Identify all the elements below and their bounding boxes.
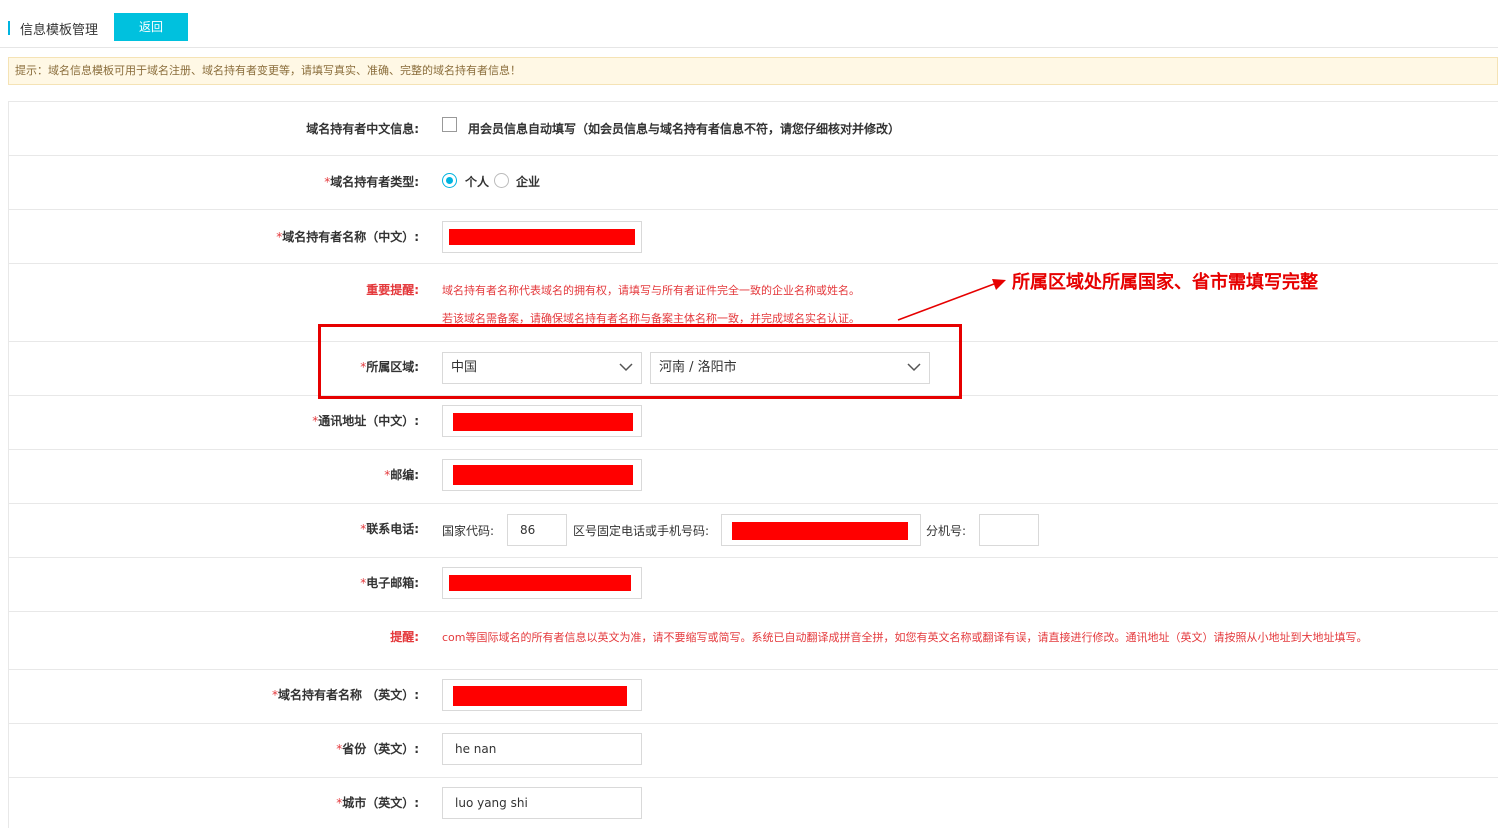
holder-name-cn-label: *域名持有者名称（中文）: bbox=[276, 230, 419, 244]
province-en-label: *省份（英文）: bbox=[336, 742, 419, 756]
province-city-select[interactable]: 河南 / 洛阳市 bbox=[650, 352, 930, 384]
autofill-checkbox[interactable] bbox=[442, 117, 457, 132]
holder-type-label: *域名持有者类型: bbox=[324, 175, 419, 189]
phone-number-label: 区号固定电话或手机号码: bbox=[573, 524, 710, 538]
holder-name-cn-input[interactable] bbox=[442, 221, 642, 253]
city-en-label: *城市（英文）: bbox=[336, 796, 419, 810]
redaction-mark bbox=[453, 465, 633, 485]
radio-company-label[interactable]: 企业 bbox=[516, 173, 540, 190]
row-province-en: *省份（英文）: he nan bbox=[9, 724, 1498, 778]
redaction-mark bbox=[732, 522, 908, 540]
domain-template-form: 域名持有者中文信息: 用会员信息自动填写（如会员信息与域名持有者信息不符，请您仔… bbox=[8, 101, 1498, 828]
important-line-2: 若该域名需备案，请确保域名持有者名称与备案主体名称一致，并完成域名实名认证。 bbox=[442, 312, 860, 325]
email-input[interactable] bbox=[442, 567, 642, 599]
postcode-label: *邮编: bbox=[384, 468, 419, 482]
email-label: *电子邮箱: bbox=[360, 576, 419, 590]
address-cn-input[interactable] bbox=[442, 405, 642, 437]
page-title: 信息模板管理 bbox=[20, 23, 99, 38]
row-cn-info: 域名持有者中文信息: 用会员信息自动填写（如会员信息与域名持有者信息不符，请您仔… bbox=[9, 102, 1498, 156]
row-notice: 提醒: com等国际域名的所有者信息以英文为准，请不要缩写或简写。系统已自动翻译… bbox=[9, 612, 1498, 670]
annotation-text: 所属区域处所属国家、省市需填写完整 bbox=[1012, 272, 1318, 293]
autofill-label[interactable]: 用会员信息自动填写（如会员信息与域名持有者信息不符，请您仔细核对并修改） bbox=[468, 120, 900, 137]
country-select-value: 中国 bbox=[451, 360, 478, 375]
page-header: 信息模板管理 返回 bbox=[0, 0, 1498, 48]
country-code-label: 国家代码: bbox=[442, 524, 495, 538]
notice-text: com等国际域名的所有者信息以英文为准，请不要缩写或简写。系统已自动翻译成拼音全… bbox=[442, 631, 1368, 644]
phone-label: *联系电话: bbox=[360, 522, 419, 536]
title-marker bbox=[8, 21, 10, 35]
notice-label: 提醒: bbox=[390, 630, 419, 644]
row-city-en: *城市（英文）: luo yang shi bbox=[9, 778, 1498, 828]
redaction-mark bbox=[449, 229, 635, 245]
province-city-select-value: 河南 / 洛阳市 bbox=[659, 360, 737, 375]
province-en-input[interactable]: he nan bbox=[442, 733, 642, 765]
back-button[interactable]: 返回 bbox=[114, 13, 188, 41]
row-holder-name-en: *域名持有者名称 （英文）: bbox=[9, 670, 1498, 724]
postcode-input[interactable] bbox=[442, 459, 642, 491]
important-label: 重要提醒: bbox=[366, 283, 419, 297]
cn-info-label: 域名持有者中文信息: bbox=[306, 122, 419, 136]
extension-input[interactable] bbox=[979, 514, 1039, 546]
region-label: *所属区域: bbox=[360, 360, 419, 374]
address-cn-label: *通讯地址（中文）: bbox=[312, 414, 419, 428]
city-en-input[interactable]: luo yang shi bbox=[442, 787, 642, 819]
row-region: *所属区域: 中国 河南 / 洛阳市 bbox=[9, 342, 1498, 396]
radio-individual-label[interactable]: 个人 bbox=[465, 173, 489, 190]
redaction-mark bbox=[449, 575, 631, 591]
row-holder-name-cn: *域名持有者名称（中文）: bbox=[9, 210, 1498, 264]
holder-name-en-input[interactable] bbox=[442, 679, 642, 711]
row-holder-type: *域名持有者类型: 个人 企业 bbox=[9, 156, 1498, 210]
redaction-mark bbox=[453, 686, 627, 706]
row-address-cn: *通讯地址（中文）: bbox=[9, 396, 1498, 450]
chevron-down-icon bbox=[907, 363, 921, 372]
radio-individual[interactable] bbox=[442, 173, 457, 188]
country-code-input[interactable]: 86 bbox=[507, 514, 567, 546]
redaction-mark bbox=[453, 413, 633, 431]
phone-number-input[interactable] bbox=[721, 514, 921, 546]
radio-company[interactable] bbox=[494, 173, 509, 188]
country-select[interactable]: 中国 bbox=[442, 352, 642, 384]
row-postcode: *邮编: bbox=[9, 450, 1498, 504]
chevron-down-icon bbox=[619, 363, 633, 372]
extension-label: 分机号: bbox=[926, 524, 967, 538]
important-line-1: 域名持有者名称代表域名的拥有权，请填写与所有者证件完全一致的企业名称或姓名。 bbox=[442, 284, 860, 297]
row-phone: *联系电话: 国家代码: 86 区号固定电话或手机号码: 分机号: bbox=[9, 504, 1498, 558]
row-email: *电子邮箱: bbox=[9, 558, 1498, 612]
holder-name-en-label: *域名持有者名称 （英文）: bbox=[272, 688, 419, 702]
tip-banner: 提示：域名信息模板可用于域名注册、域名持有者变更等，请填写真实、准确、完整的域名… bbox=[8, 57, 1498, 85]
